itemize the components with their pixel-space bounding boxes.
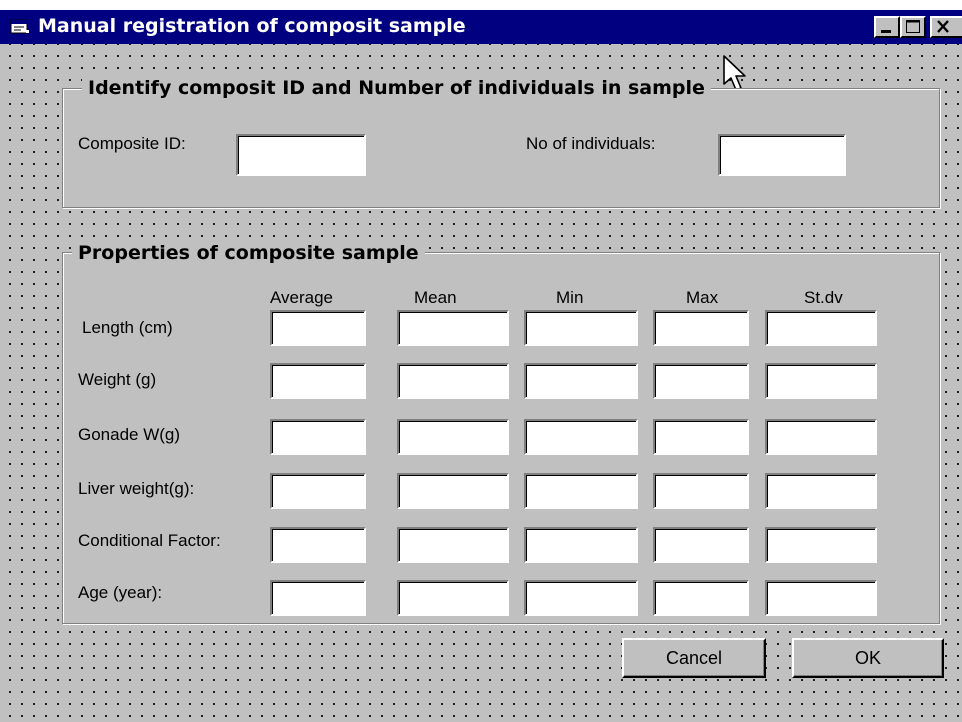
- column-header-max: Max: [686, 288, 719, 307]
- liver-average-field[interactable]: [270, 473, 366, 509]
- title-bar[interactable]: Manual registration of composit sample: [0, 10, 962, 44]
- weight-mean-field[interactable]: [397, 363, 509, 399]
- liver-max-field[interactable]: [653, 473, 749, 509]
- window-title: Manual registration of composit sample: [38, 15, 466, 37]
- condfactor-mean-field[interactable]: [397, 527, 509, 563]
- gonade-average-field[interactable]: [270, 419, 366, 455]
- app-icon: [10, 19, 29, 34]
- composite-id-label: Composite ID:: [78, 134, 186, 153]
- ok-button[interactable]: OK: [792, 638, 944, 678]
- gonade-stdv-field[interactable]: [765, 419, 877, 455]
- condfactor-max-field[interactable]: [653, 527, 749, 563]
- maximize-icon: [906, 20, 920, 33]
- weight-stdv-field[interactable]: [765, 363, 877, 399]
- minimize-icon: [881, 30, 891, 33]
- row-label-conditional-factor: Conditional Factor:: [78, 531, 221, 550]
- gonade-mean-field[interactable]: [397, 419, 509, 455]
- weight-average-field[interactable]: [270, 363, 366, 399]
- dialog-window: Manual registration of composit sample I…: [0, 10, 962, 722]
- length-average-field[interactable]: [270, 310, 366, 346]
- gonade-min-field[interactable]: [524, 419, 638, 455]
- row-label-liver-weight: Liver weight(g):: [78, 479, 195, 498]
- length-max-field[interactable]: [653, 310, 749, 346]
- length-min-field[interactable]: [524, 310, 638, 346]
- individuals-label: No of individuals:: [526, 134, 656, 153]
- close-icon: [937, 20, 949, 33]
- age-stdv-field[interactable]: [765, 580, 877, 616]
- length-stdv-field[interactable]: [765, 310, 877, 346]
- condfactor-stdv-field[interactable]: [765, 527, 877, 563]
- composite-id-field[interactable]: [236, 134, 366, 176]
- length-mean-field[interactable]: [397, 310, 509, 346]
- gonade-max-field[interactable]: [653, 419, 749, 455]
- row-label-weight: Weight (g): [78, 370, 157, 389]
- weight-min-field[interactable]: [524, 363, 638, 399]
- age-min-field[interactable]: [524, 580, 638, 616]
- row-label-length: Length (cm): [82, 318, 173, 337]
- column-header-min: Min: [556, 288, 584, 307]
- liver-min-field[interactable]: [524, 473, 638, 509]
- column-header-mean: Mean: [414, 288, 457, 307]
- condfactor-average-field[interactable]: [270, 527, 366, 563]
- condfactor-min-field[interactable]: [524, 527, 638, 563]
- row-label-gonade-weight: Gonade W(g): [78, 425, 181, 444]
- age-max-field[interactable]: [653, 580, 749, 616]
- properties-group-title: Properties of composite sample: [72, 241, 425, 265]
- age-average-field[interactable]: [270, 580, 366, 616]
- minimize-button[interactable]: [874, 16, 900, 38]
- close-button[interactable]: [930, 16, 962, 38]
- identify-group-title: Identify composit ID and Number of indiv…: [82, 76, 711, 100]
- column-header-stdv: St.dv: [804, 288, 843, 307]
- individuals-field[interactable]: [718, 134, 846, 176]
- maximize-button[interactable]: [900, 16, 926, 38]
- weight-max-field[interactable]: [653, 363, 749, 399]
- row-label-age: Age (year):: [78, 583, 163, 602]
- age-mean-field[interactable]: [397, 580, 509, 616]
- liver-stdv-field[interactable]: [765, 473, 877, 509]
- liver-mean-field[interactable]: [397, 473, 509, 509]
- column-header-average: Average: [270, 288, 334, 307]
- cancel-button[interactable]: Cancel: [622, 638, 766, 678]
